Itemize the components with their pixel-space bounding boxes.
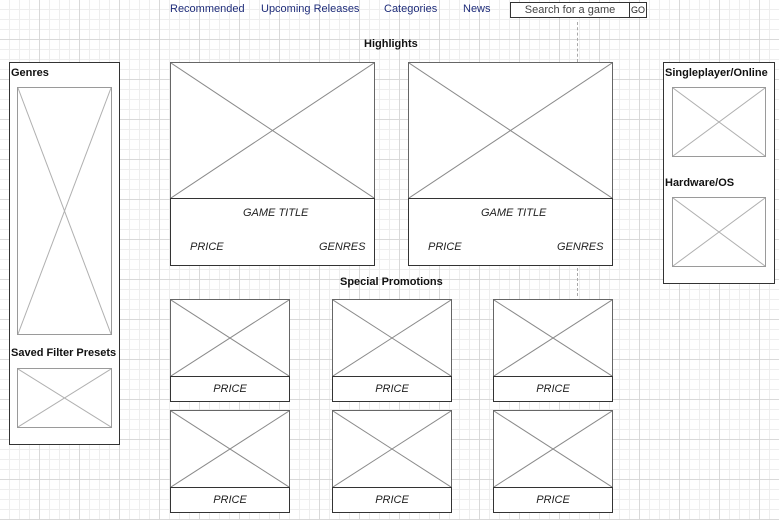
saved-filter-presets-heading: Saved Filter Presets	[11, 347, 117, 359]
highlight-genres: GENRES	[319, 241, 366, 253]
saved-presets-placeholder[interactable]	[17, 368, 112, 428]
promotion-image-placeholder[interactable]	[332, 410, 452, 488]
guide-line	[577, 268, 578, 296]
promotion-price[interactable]: PRICE	[493, 376, 613, 402]
hardware-os-heading: Hardware/OS	[665, 177, 735, 189]
highlights-heading: Highlights	[364, 38, 418, 50]
search-input[interactable]: Search for a game	[510, 2, 630, 18]
promotion-image-placeholder[interactable]	[332, 299, 452, 377]
promotion-price[interactable]: PRICE	[170, 487, 290, 513]
promotion-price[interactable]: PRICE	[332, 487, 452, 513]
highlight-game-title: GAME TITLE	[243, 207, 309, 219]
singleplayer-online-placeholder[interactable]	[672, 87, 766, 157]
highlight-genres: GENRES	[557, 241, 604, 253]
nav-upcoming-releases-link[interactable]: Upcoming Releases	[261, 3, 359, 15]
promotion-price[interactable]: PRICE	[332, 376, 452, 402]
promotion-image-placeholder[interactable]	[170, 299, 290, 377]
genres-heading: Genres	[11, 67, 49, 79]
highlight-price: PRICE	[428, 241, 462, 253]
hardware-os-placeholder[interactable]	[672, 197, 766, 267]
highlight-game-title: GAME TITLE	[481, 207, 547, 219]
highlight-image-placeholder[interactable]	[408, 62, 613, 199]
nav-categories-link[interactable]: Categories	[384, 3, 437, 15]
promotion-price[interactable]: PRICE	[170, 376, 290, 402]
promotion-image-placeholder[interactable]	[493, 299, 613, 377]
search-go-button[interactable]: GO	[629, 2, 647, 18]
guide-line	[577, 22, 578, 62]
singleplayer-online-heading: Singleplayer/Online	[665, 67, 768, 79]
promotion-image-placeholder[interactable]	[493, 410, 613, 488]
nav-news-link[interactable]: News	[463, 3, 491, 15]
highlight-price: PRICE	[190, 241, 224, 253]
special-promotions-heading: Special Promotions	[340, 276, 443, 288]
genres-list-placeholder[interactable]	[17, 87, 112, 335]
nav-recommended-link[interactable]: Recommended	[170, 3, 245, 15]
highlight-image-placeholder[interactable]	[170, 62, 375, 199]
promotion-price[interactable]: PRICE	[493, 487, 613, 513]
promotion-image-placeholder[interactable]	[170, 410, 290, 488]
